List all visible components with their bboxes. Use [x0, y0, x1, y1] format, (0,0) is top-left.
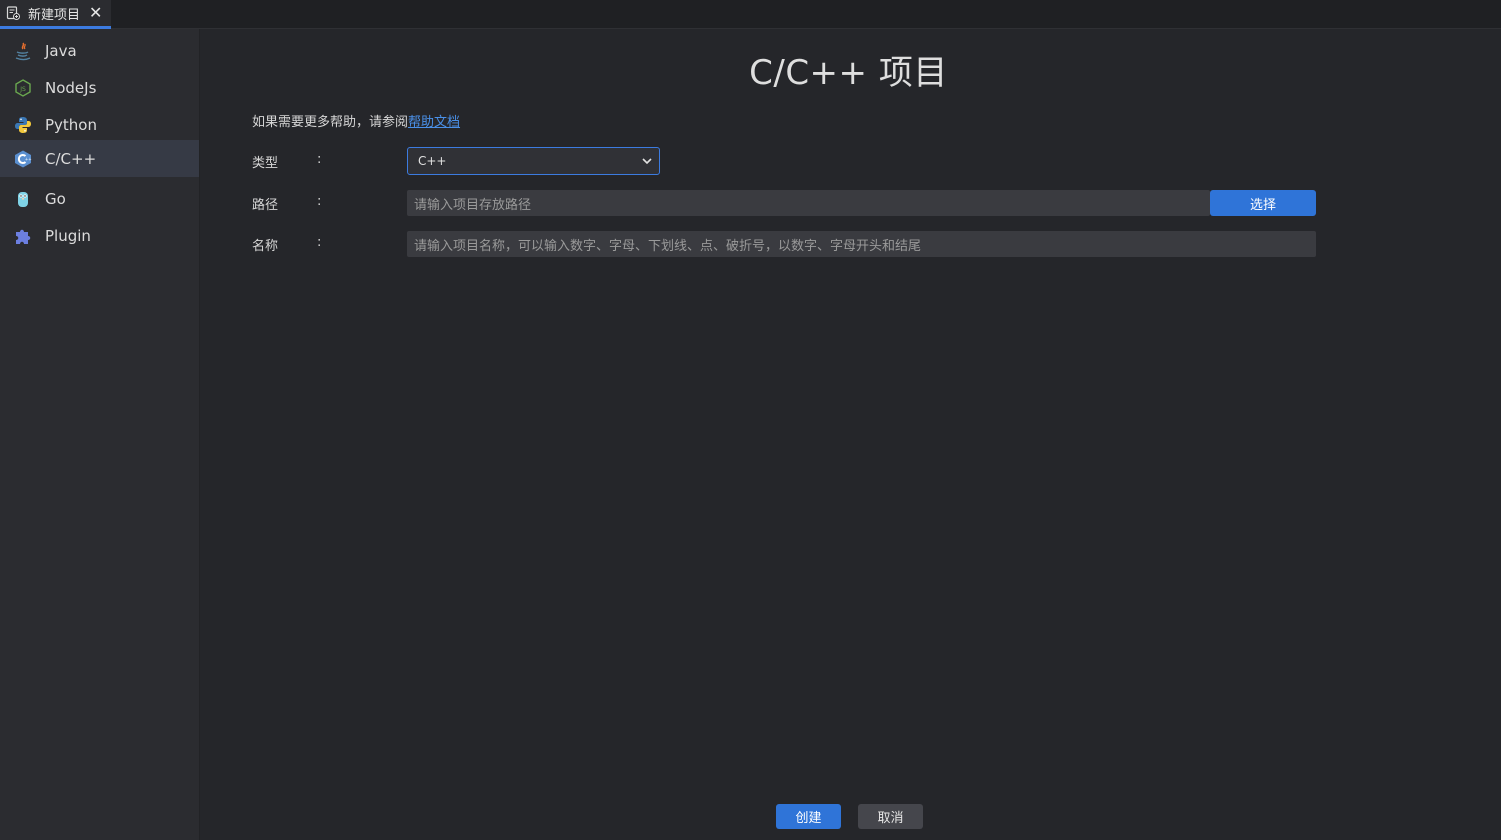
go-icon — [13, 189, 33, 209]
sidebar-item-label: Java — [45, 41, 77, 60]
plugin-icon — [13, 226, 33, 246]
path-input[interactable]: 请输入项目存放路径 — [407, 190, 1210, 216]
sidebar: Java JS NodeJs Python ++ C/C++ Go Plugin — [0, 29, 200, 840]
sidebar-item-label: C/C++ — [45, 149, 97, 168]
cancel-button[interactable]: 取消 — [858, 804, 923, 829]
name-input[interactable]: 请输入项目名称，可以输入数字、字母、下划线、点、破折号，以数字、字母开头和结尾 — [407, 231, 1316, 257]
tab-new-project[interactable]: 新建项目 ✕ — [0, 0, 111, 29]
python-icon — [13, 115, 33, 135]
sidebar-item-cpp[interactable]: ++ C/C++ — [0, 140, 199, 177]
sidebar-item-nodejs[interactable]: JS NodeJs — [0, 69, 199, 106]
svg-text:JS: JS — [19, 86, 26, 93]
sidebar-item-java[interactable]: Java — [0, 32, 199, 69]
close-icon[interactable]: ✕ — [89, 5, 103, 21]
sidebar-item-plugin[interactable]: Plugin — [0, 217, 199, 254]
type-colon: : — [317, 152, 322, 167]
type-label: 类型 — [252, 156, 279, 171]
svg-text:++: ++ — [25, 156, 32, 161]
path-label: 路径 — [252, 198, 279, 213]
tab-bar: 新建项目 ✕ — [0, 0, 1501, 29]
help-line: 如果需要更多帮助，请参阅帮助文档 — [252, 111, 460, 130]
help-doc-link[interactable]: 帮助文档 — [408, 115, 460, 130]
sidebar-item-label: NodeJs — [45, 78, 97, 97]
name-label: 名称 — [252, 239, 279, 254]
java-icon — [13, 41, 33, 61]
name-colon: : — [317, 235, 322, 250]
new-project-icon — [6, 6, 20, 20]
main-panel: C/C++ 项目 如果需要更多帮助，请参阅帮助文档 类型 : C++ 路径 : … — [201, 29, 1501, 840]
create-button[interactable]: 创建 — [776, 804, 841, 829]
type-select-value: C++ — [418, 154, 447, 168]
type-select[interactable]: C++ — [407, 147, 660, 175]
help-text: 如果需要更多帮助，请参阅 — [252, 115, 409, 130]
select-path-button[interactable]: 选择 — [1210, 190, 1316, 216]
sidebar-item-go[interactable]: Go — [0, 180, 199, 217]
sidebar-item-label: Go — [45, 189, 66, 208]
cpp-icon: ++ — [13, 149, 33, 169]
sidebar-item-label: Plugin — [45, 226, 91, 245]
nodejs-icon: JS — [13, 78, 33, 98]
sidebar-item-label: Python — [45, 115, 97, 134]
page-title: C/C++ 项目 — [749, 53, 948, 93]
path-colon: : — [317, 194, 322, 209]
sidebar-item-python[interactable]: Python — [0, 106, 199, 143]
tab-label: 新建项目 — [28, 7, 81, 23]
chevron-down-icon — [642, 158, 652, 165]
